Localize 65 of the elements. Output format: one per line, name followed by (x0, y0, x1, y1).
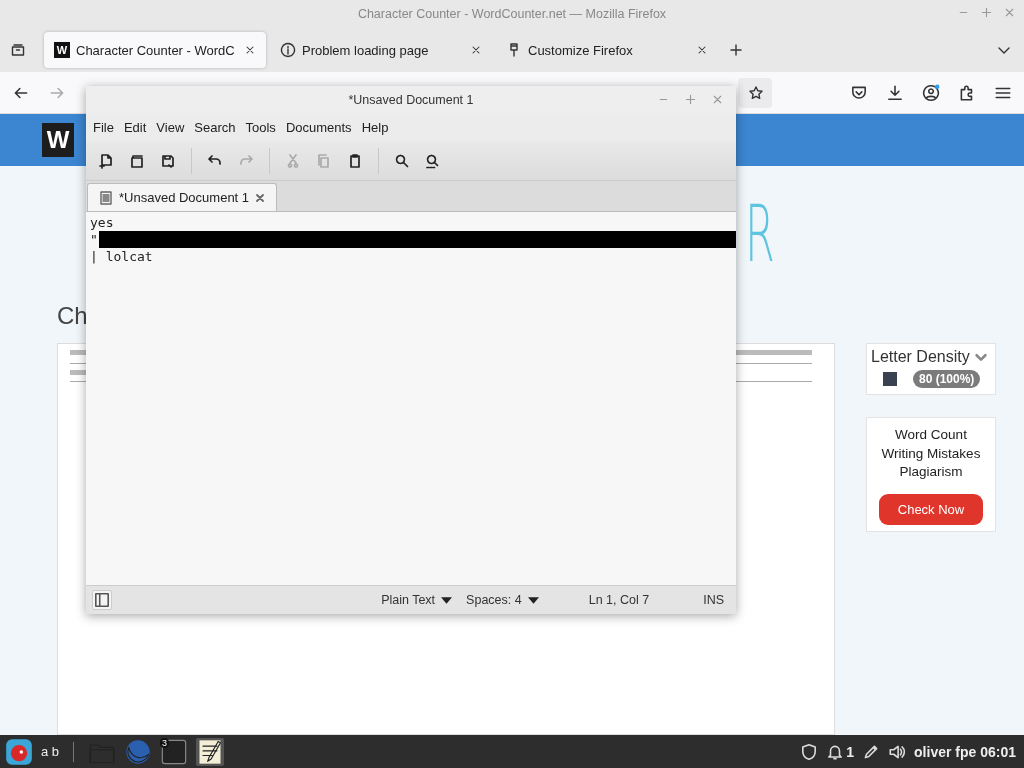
language-dropdown[interactable]: Plain Text (381, 593, 453, 607)
info-icon (280, 42, 296, 58)
tab-label: Character Counter - WordC (76, 42, 236, 58)
open-icon[interactable] (129, 152, 145, 169)
indent-dropdown[interactable]: Spaces: 4 (466, 593, 539, 607)
menu-item[interactable]: Tools (240, 119, 281, 135)
ad-text: Writing Mistakes (881, 444, 981, 463)
menu-item[interactable]: Edit (118, 119, 152, 135)
tab-label: *Unsaved Document 1 (119, 190, 250, 205)
dropdown-arrow-icon (441, 596, 453, 604)
browser-tab[interactable]: Problem loading page (270, 32, 492, 68)
browser-tab[interactable]: W Character Counter - WordC (44, 32, 266, 68)
check-now-button[interactable]: Check Now (879, 493, 983, 525)
notification-count: 1 (846, 743, 855, 760)
terminal-icon[interactable] (160, 737, 189, 766)
menu-item[interactable]: File (88, 119, 119, 135)
site-favicon: W (54, 42, 70, 58)
notepad-icon[interactable] (196, 737, 225, 766)
new-icon[interactable] (98, 152, 114, 169)
panel-title: Letter Density (871, 348, 970, 366)
save-icon[interactable] (160, 152, 176, 169)
shield-icon[interactable] (800, 742, 819, 761)
window-count-badge: 3 (160, 737, 170, 748)
url-bar[interactable] (738, 77, 772, 108)
close-icon[interactable] (696, 44, 708, 56)
user-clock[interactable]: oliver fpe 06:01 (914, 743, 1016, 760)
bird-app-icon[interactable] (5, 737, 33, 766)
account-icon[interactable] (922, 83, 940, 102)
page-heading: Ch (57, 301, 89, 331)
text-line: " (90, 232, 98, 247)
menu-item[interactable]: View (151, 119, 190, 135)
download-icon[interactable] (886, 83, 904, 102)
menu-item[interactable]: Help (356, 119, 394, 135)
tab-label: Problem loading page (302, 42, 430, 58)
tab-list-icon[interactable] (10, 42, 26, 58)
site-logo[interactable]: W (42, 123, 74, 157)
browser-icon[interactable] (124, 737, 153, 766)
new-tab-icon[interactable] (728, 42, 744, 58)
browser-tab[interactable]: Customize Firefox (496, 32, 718, 68)
count-badge: 80 (100%) (913, 370, 981, 388)
close-icon[interactable] (244, 44, 256, 56)
page-banner-title: R (745, 188, 775, 279)
find-icon[interactable] (394, 152, 410, 169)
tab-label: Customize Firefox (528, 42, 634, 58)
window-title: *Unsaved Document 1 (348, 92, 474, 107)
document-icon (98, 189, 114, 206)
insert-mode: INS (703, 593, 724, 607)
text-line: yes (90, 215, 114, 230)
text-line: | lolcat (90, 249, 153, 264)
document-tab[interactable]: *Unsaved Document 1 (87, 183, 278, 211)
close-icon[interactable] (254, 191, 267, 204)
dropdown-arrow-icon (527, 596, 539, 604)
menu-item[interactable]: Search (189, 119, 241, 135)
close-icon[interactable] (470, 44, 482, 56)
menu-item[interactable]: Documents (280, 119, 357, 135)
star-icon[interactable] (748, 84, 764, 101)
ad-text: Word Count (895, 426, 967, 444)
text-editor[interactable]: yes " | lolcat (86, 212, 736, 585)
cursor-position: Ln 1, Col 7 (588, 593, 650, 607)
side-panel-icon[interactable] (92, 590, 112, 610)
paste-icon[interactable] (347, 152, 363, 169)
replace-icon[interactable] (425, 152, 441, 169)
window-title: Character Counter - WordCounter.net — Mozilla Firefox (0, 0, 1024, 28)
ad-text: Plagiarism (899, 463, 963, 481)
workspace-label[interactable]: a b (41, 744, 60, 759)
